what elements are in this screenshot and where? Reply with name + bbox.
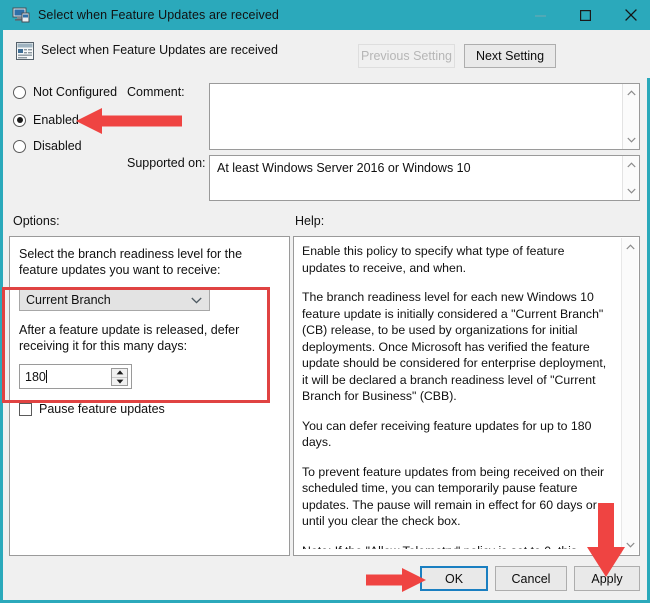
title-bar: Select when Feature Updates are received — [3, 0, 650, 30]
stepper-down-icon[interactable] — [112, 378, 127, 386]
options-section-label: Options: — [13, 214, 60, 228]
branch-readiness-dropdown[interactable]: Current Branch — [19, 289, 210, 311]
pause-checkbox-indicator — [19, 402, 32, 416]
help-scrollbar[interactable] — [621, 238, 638, 554]
help-paragraph: Note: If the "Allow Telemetry" policy is… — [302, 543, 608, 550]
options-panel: Select the branch readiness level for th… — [9, 236, 290, 556]
radio-enabled-indicator — [13, 113, 26, 127]
minimize-button[interactable] — [518, 0, 563, 30]
branch-readiness-prompt: Select the branch readiness level for th… — [19, 247, 243, 277]
help-paragraph: To prevent feature updates from being re… — [302, 464, 605, 529]
chevron-down-icon[interactable] — [623, 184, 639, 198]
supported-on-scrollbar[interactable] — [622, 156, 639, 200]
help-paragraph: Enable this policy to specify what type … — [302, 244, 565, 275]
ok-button[interactable]: OK — [420, 566, 488, 591]
help-paragraph: The branch readiness level for each new … — [302, 290, 607, 403]
supported-on-label: Supported on: — [127, 156, 206, 170]
previous-setting-button[interactable]: Previous Setting — [358, 44, 455, 68]
text-caret — [45, 370, 47, 383]
supported-on-value: At least Windows Server 2016 or Windows … — [217, 161, 471, 175]
radio-disabled-label: Disabled — [33, 139, 82, 153]
comment-scrollbar[interactable] — [622, 84, 639, 149]
pause-checkbox-label: Pause feature updates — [39, 402, 165, 416]
help-text: Enable this policy to specify what type … — [302, 243, 608, 549]
group-policy-setting-window: Select when Feature Updates are received — [0, 0, 650, 603]
radio-disabled-indicator — [13, 139, 26, 153]
apply-button[interactable]: Apply — [574, 566, 640, 591]
comment-label: Comment: — [127, 85, 185, 99]
window-controls — [518, 0, 650, 30]
stepper-buttons[interactable] — [111, 368, 128, 386]
next-setting-button[interactable]: Next Setting — [464, 44, 556, 68]
help-panel: Enable this policy to specify what type … — [293, 236, 640, 556]
radio-disabled[interactable]: Disabled — [13, 139, 82, 153]
chevron-down-icon — [191, 290, 202, 310]
supported-on-field: At least Windows Server 2016 or Windows … — [209, 155, 640, 201]
defer-days-prompt: After a feature update is released, defe… — [19, 323, 240, 353]
radio-not-configured[interactable]: Not Configured — [13, 85, 117, 99]
radio-enabled-label: Enabled — [33, 113, 79, 127]
help-paragraph: You can defer receiving feature updates … — [302, 418, 592, 450]
setting-title: Select when Feature Updates are received — [41, 43, 278, 57]
cancel-button[interactable]: Cancel — [495, 566, 567, 591]
policy-setting-icon — [12, 7, 30, 23]
chevron-up-icon[interactable] — [623, 158, 639, 172]
window-title: Select when Feature Updates are received — [38, 8, 279, 22]
branch-readiness-value: Current Branch — [26, 293, 111, 307]
chevron-up-icon[interactable] — [622, 241, 638, 253]
screenshot-root: Select when Feature Updates are received — [0, 0, 650, 603]
close-button[interactable] — [608, 0, 650, 30]
radio-not-configured-label: Not Configured — [33, 85, 118, 99]
options-content: Select the branch readiness level for th… — [19, 246, 277, 417]
stepper-up-icon[interactable] — [112, 369, 127, 378]
policy-grid-icon — [16, 42, 34, 60]
pause-feature-updates-checkbox[interactable]: Pause feature updates — [19, 401, 277, 417]
help-section-label: Help: — [295, 214, 325, 228]
defer-days-stepper[interactable]: 180 — [19, 364, 132, 389]
radio-enabled[interactable]: Enabled — [13, 113, 79, 127]
radio-not-configured-indicator — [13, 85, 26, 99]
chevron-down-icon[interactable] — [623, 133, 639, 147]
chevron-up-icon[interactable] — [623, 86, 639, 100]
chevron-down-icon[interactable] — [622, 539, 638, 551]
maximize-button[interactable] — [563, 0, 608, 30]
comment-input[interactable] — [209, 83, 640, 150]
defer-days-value: 180 — [25, 369, 46, 384]
